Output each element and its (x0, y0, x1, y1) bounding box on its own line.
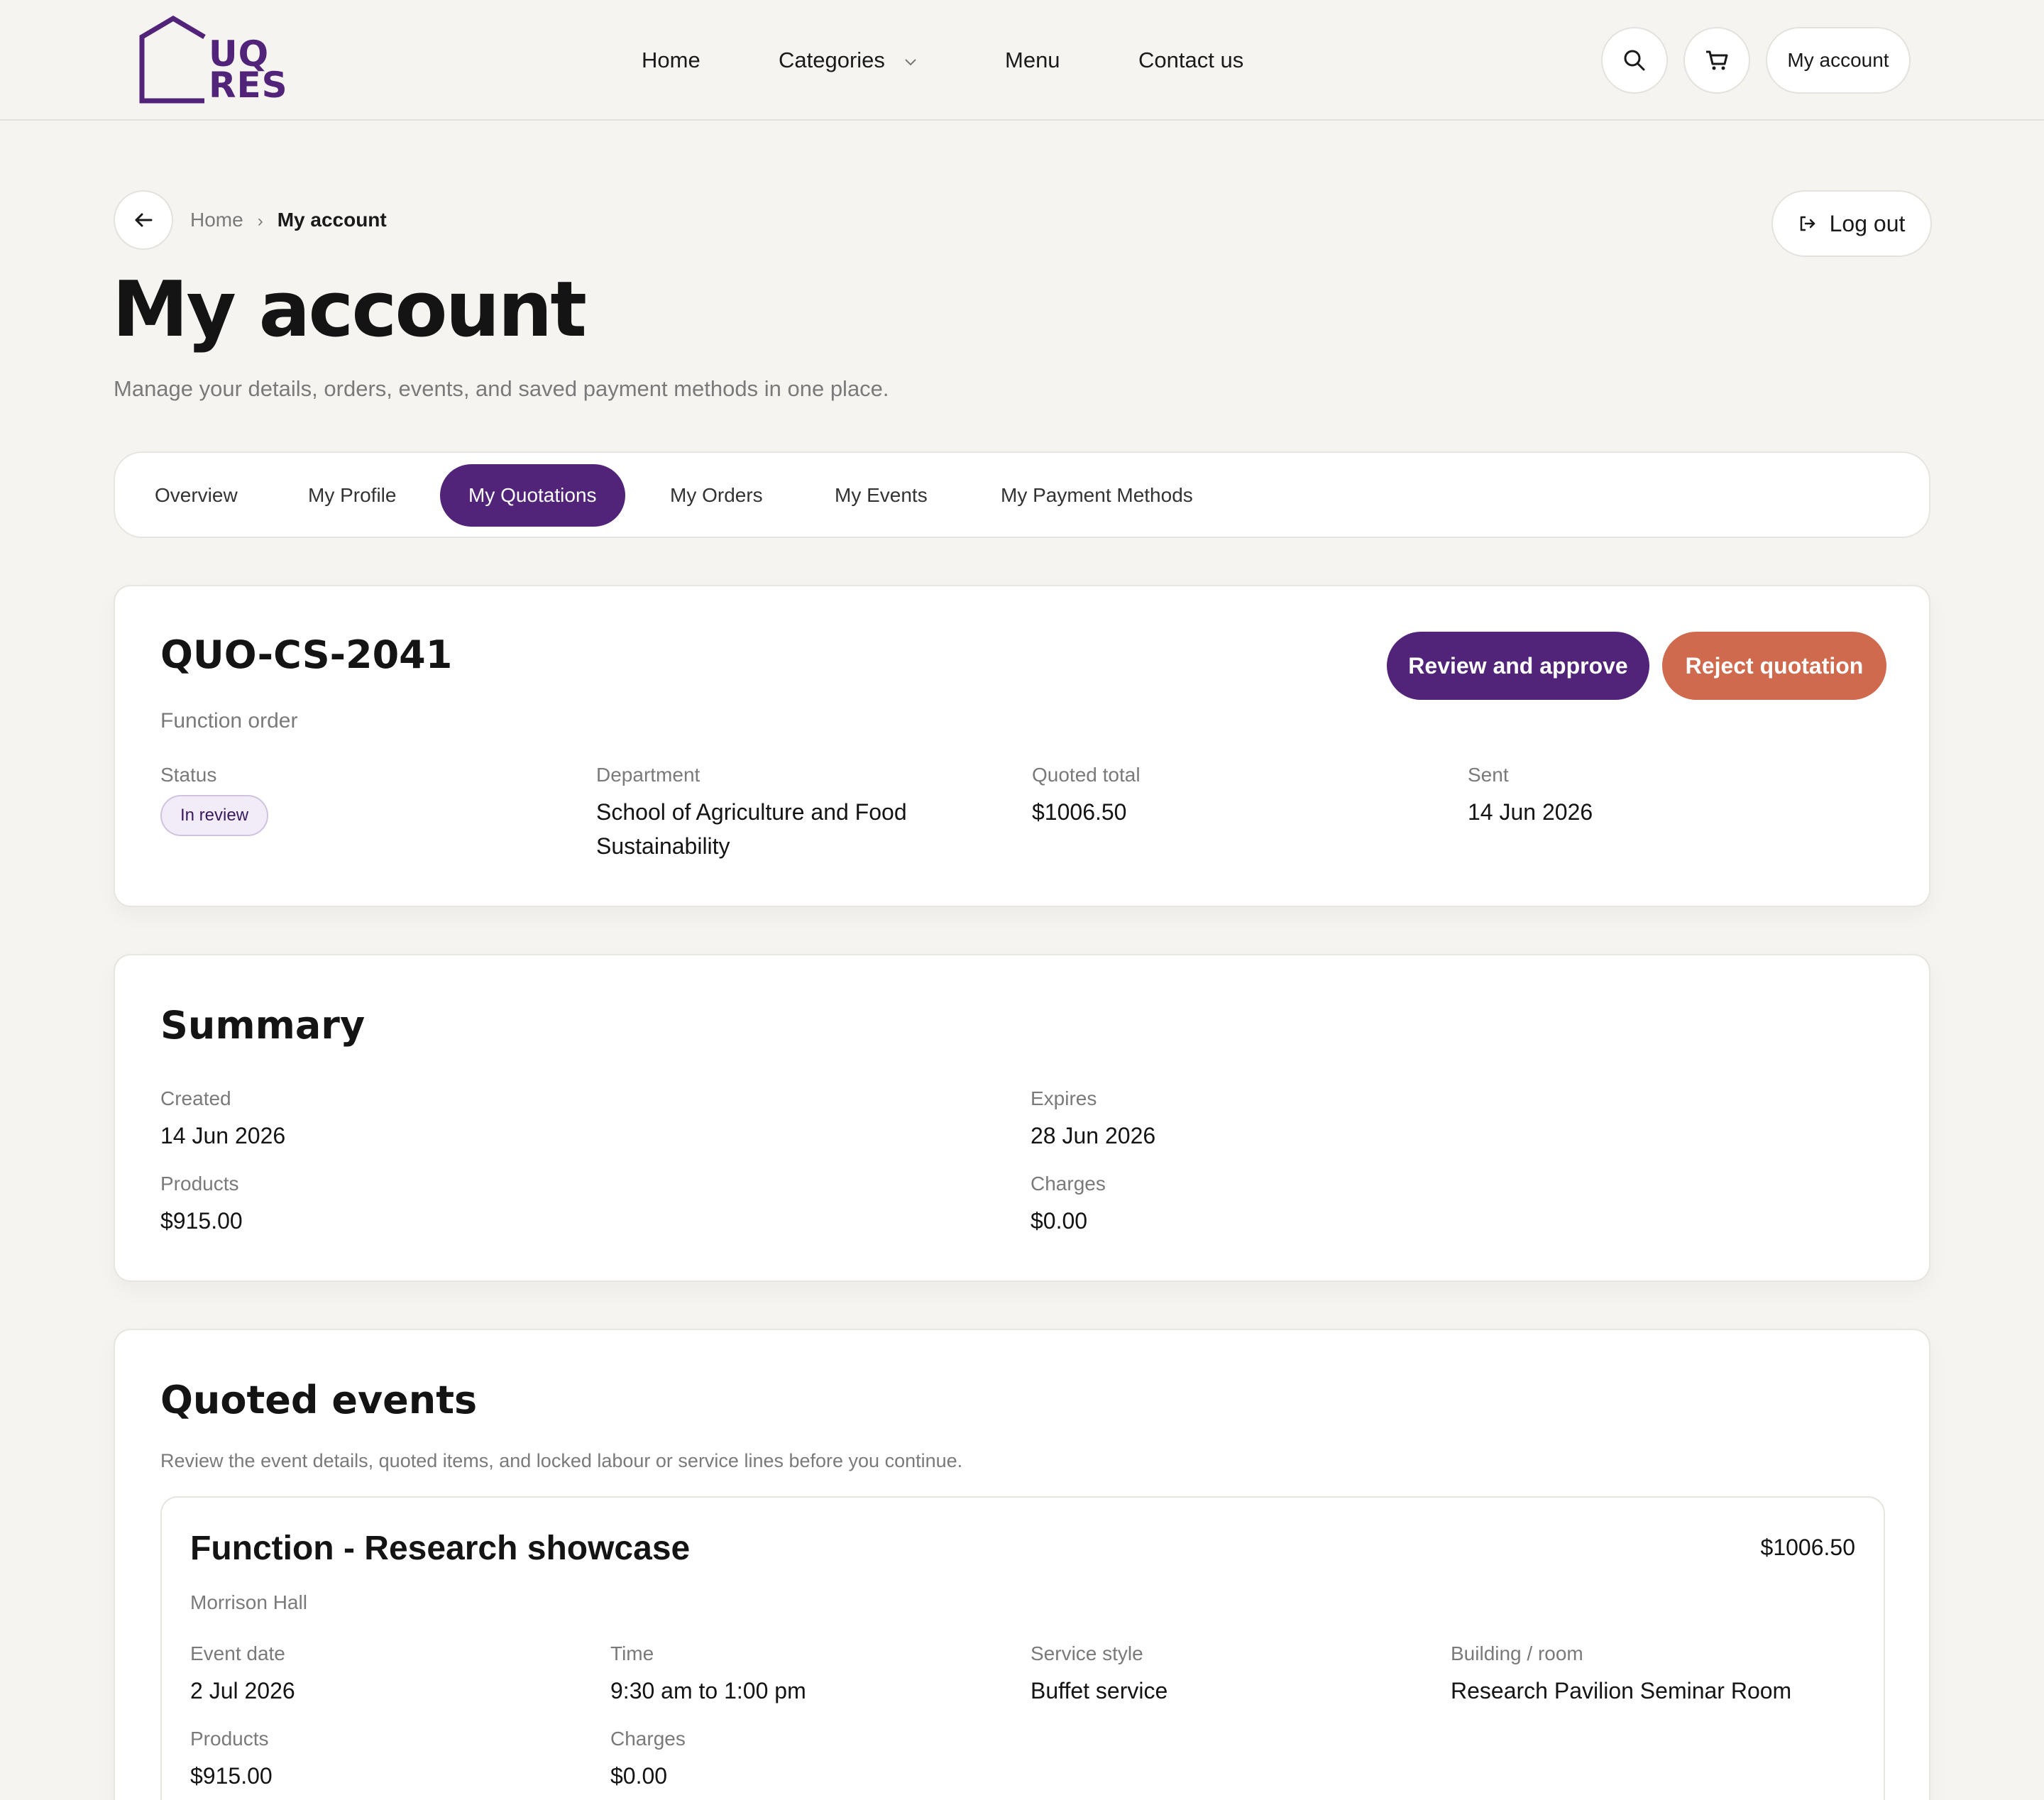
quoted-total-label: Quoted total (1032, 764, 1141, 786)
tab-my-quotations[interactable]: My Quotations (440, 464, 625, 527)
created-value: 14 Jun 2026 (160, 1123, 286, 1148)
account-tabs: Overview My Profile My Quotations My Ord… (114, 451, 1930, 538)
my-account-button[interactable]: My account (1766, 27, 1911, 94)
page-title: My account (112, 265, 587, 354)
service-style-value: Buffet service (1031, 1678, 1168, 1703)
summary-card: Summary Created 14 Jun 2026 Expires 28 J… (114, 954, 1930, 1282)
tab-overview[interactable]: Overview (126, 464, 266, 527)
logout-icon (1800, 216, 1815, 231)
tab-my-events[interactable]: My Events (806, 464, 956, 527)
nav-home-label: Home (642, 48, 700, 72)
logout-button[interactable]: Log out (1771, 190, 1932, 257)
back-button[interactable] (114, 190, 173, 250)
department-label: Department (596, 764, 700, 786)
reject-quotation-button[interactable]: Reject quotation (1662, 632, 1886, 700)
approve-label: Review and approve (1408, 652, 1628, 679)
event-venue: Morrison Hall (190, 1591, 307, 1613)
event-time-label: Time (610, 1642, 654, 1664)
nav-contact[interactable]: Contact us (1138, 44, 1243, 77)
products-value: $915.00 (160, 1208, 243, 1234)
arrow-left-icon (135, 213, 153, 227)
event-date-label: Event date (190, 1642, 285, 1664)
nav-home[interactable]: Home (642, 44, 700, 77)
page-subtitle: Manage your details, orders, events, and… (114, 376, 889, 401)
page-frame: UQ RES Home Categories Menu Contact us M… (0, 0, 2044, 1800)
quotation-card: QUO-CS-2041 Function order Review and ap… (114, 585, 1930, 907)
nav-categories-label: Categories (779, 48, 885, 72)
nav-menu[interactable]: Menu (1005, 44, 1060, 77)
service-style-label: Service style (1031, 1642, 1143, 1664)
charges-label: Charges (1031, 1173, 1106, 1195)
search-button[interactable] (1601, 27, 1668, 94)
event-price: $1006.50 (1760, 1535, 1855, 1560)
sent-value: 14 Jun 2026 (1468, 799, 1593, 825)
products-label: Products (160, 1173, 239, 1195)
event-products-value: $915.00 (190, 1763, 273, 1789)
quoted-total-value: $1006.50 (1032, 799, 1127, 825)
logout-label: Log out (1829, 210, 1906, 236)
tab-my-orders[interactable]: My Orders (642, 464, 791, 527)
status-badge: In review (160, 795, 269, 836)
department-value: School of Agriculture and Food Sustainab… (596, 799, 907, 859)
event-charges-value: $0.00 (610, 1763, 668, 1789)
reject-label: Reject quotation (1685, 652, 1864, 679)
quoted-events-card: Quoted events Review the event details, … (114, 1329, 1930, 1800)
building-room-label: Building / room (1451, 1642, 1583, 1664)
tab-label: Overview (155, 484, 238, 506)
tab-label: My Events (835, 484, 928, 506)
tab-label: My Profile (308, 484, 397, 506)
event-charges-label: Charges (610, 1728, 686, 1750)
cart-icon (1706, 50, 1728, 70)
building-room-value: Research Pavilion Seminar Room (1451, 1678, 1792, 1703)
review-and-approve-button[interactable]: Review and approve (1387, 632, 1649, 700)
expires-value: 28 Jun 2026 (1031, 1123, 1156, 1148)
breadcrumb-separator: › (257, 212, 263, 231)
status-label: Status (160, 764, 217, 786)
cart-button[interactable] (1683, 27, 1750, 94)
quotation-type: Function order (160, 709, 298, 732)
site-header: UQ RES Home Categories Menu Contact us M… (0, 0, 2044, 121)
quotation-id: QUO-CS-2041 (160, 632, 453, 677)
event-products-label: Products (190, 1728, 269, 1750)
event-date-value: 2 Jul 2026 (190, 1678, 295, 1703)
expires-label: Expires (1031, 1087, 1097, 1109)
summary-title: Summary (160, 1003, 366, 1048)
breadcrumb: Home › My account (190, 206, 387, 236)
event-title: Function - Research showcase (190, 1530, 691, 1567)
nav-contact-label: Contact us (1138, 48, 1244, 72)
quoted-events-title: Quoted events (160, 1378, 478, 1422)
sent-label: Sent (1468, 764, 1509, 786)
chevron-down-icon (904, 59, 916, 66)
created-label: Created (160, 1087, 231, 1109)
search-icon (1624, 50, 1645, 71)
tab-label: My Payment Methods (1001, 484, 1193, 506)
quoted-events-description: Review the event details, quoted items, … (160, 1450, 963, 1471)
tab-label: My Quotations (468, 484, 597, 506)
tab-label: My Orders (670, 484, 763, 506)
event-time-value: 9:30 am to 1:00 pm (610, 1678, 806, 1703)
nav-categories[interactable]: Categories (779, 44, 918, 77)
tab-my-payment-methods[interactable]: My Payment Methods (972, 464, 1221, 527)
charges-value: $0.00 (1031, 1208, 1088, 1234)
tab-my-profile[interactable]: My Profile (280, 464, 424, 527)
breadcrumb-current: My account (277, 209, 387, 231)
nav-menu-label: Menu (1005, 48, 1060, 72)
breadcrumb-home[interactable]: Home (190, 209, 243, 231)
event-card: Function - Research showcase $1006.50 Mo… (160, 1496, 1885, 1800)
my-account-label: My account (1787, 49, 1889, 71)
